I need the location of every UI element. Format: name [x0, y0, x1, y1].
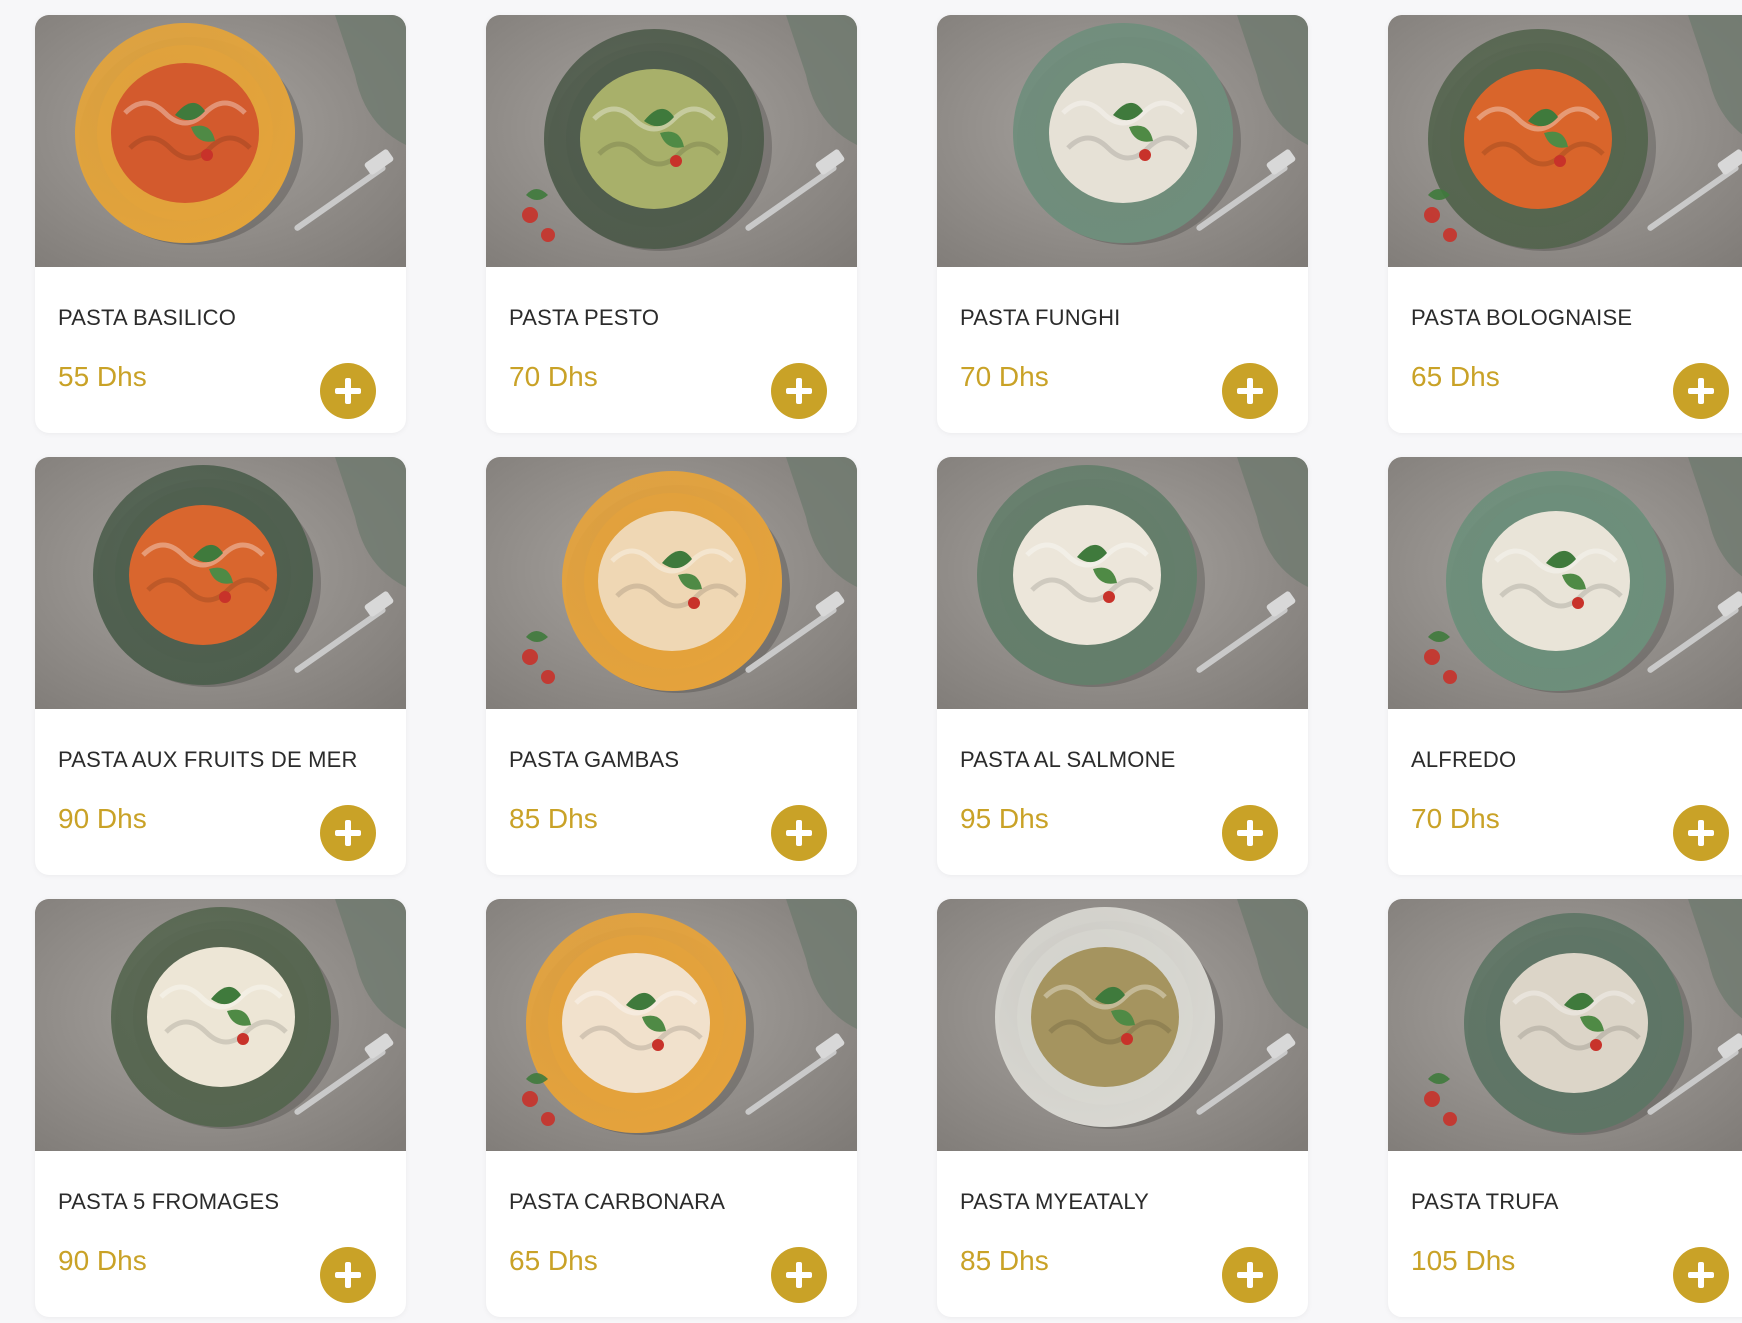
- product-price: 55 Dhs: [58, 361, 147, 392]
- product-price: 85 Dhs: [509, 803, 598, 834]
- add-to-cart-button[interactable]: [1222, 1247, 1278, 1303]
- product-card[interactable]: PASTA 5 FROMAGES 90 Dhs: [35, 899, 406, 1317]
- product-card[interactable]: PASTA AUX FRUITS DE MER 90 Dhs: [35, 457, 406, 875]
- add-to-cart-button[interactable]: [1222, 363, 1278, 419]
- product-name: ALFREDO: [1411, 747, 1517, 772]
- product-name: PASTA BOLOGNAISE: [1411, 305, 1633, 330]
- add-to-cart-button[interactable]: [771, 805, 827, 861]
- product-image[interactable]: [35, 899, 406, 1151]
- product-image[interactable]: [486, 457, 857, 709]
- product-card[interactable]: PASTA GAMBAS 85 Dhs: [486, 457, 857, 875]
- product-card[interactable]: PASTA FUNGHI 70 Dhs: [937, 15, 1308, 433]
- product-card[interactable]: PASTA BOLOGNAISE 65 Dhs: [1388, 15, 1742, 433]
- product-name: PASTA AL SALMONE: [960, 747, 1176, 772]
- product-price: 70 Dhs: [1411, 803, 1500, 834]
- product-name: PASTA 5 FROMAGES: [58, 1189, 280, 1214]
- product-image[interactable]: [1388, 899, 1742, 1151]
- add-to-cart-button[interactable]: [771, 363, 827, 419]
- product-image[interactable]: [1388, 457, 1742, 709]
- product-image[interactable]: [937, 15, 1308, 267]
- add-to-cart-button[interactable]: [320, 805, 376, 861]
- product-name: PASTA CARBONARA: [509, 1189, 726, 1214]
- product-price: 65 Dhs: [509, 1245, 598, 1276]
- product-card[interactable]: PASTA TRUFA 105 Dhs: [1388, 899, 1742, 1317]
- product-price: 95 Dhs: [960, 803, 1049, 834]
- product-card[interactable]: PASTA PESTO 70 Dhs: [486, 15, 857, 433]
- product-price: 70 Dhs: [960, 361, 1049, 392]
- product-image[interactable]: [486, 899, 857, 1151]
- add-to-cart-button[interactable]: [320, 363, 376, 419]
- product-price: 90 Dhs: [58, 1245, 147, 1276]
- product-card[interactable]: ALFREDO 70 Dhs: [1388, 457, 1742, 875]
- product-card[interactable]: PASTA BASILICO 55 Dhs: [35, 15, 406, 433]
- product-card[interactable]: PASTA AL SALMONE 95 Dhs: [937, 457, 1308, 875]
- add-to-cart-button[interactable]: [320, 1247, 376, 1303]
- product-image[interactable]: [937, 457, 1308, 709]
- product-grid: PASTA BASILICO 55 Dhs PASTA PESTO 70 Dhs: [0, 0, 1742, 1323]
- product-image[interactable]: [486, 15, 857, 267]
- product-name: PASTA TRUFA: [1411, 1189, 1559, 1214]
- product-name: PASTA BASILICO: [58, 305, 237, 330]
- product-card[interactable]: PASTA MYEATALY 85 Dhs: [937, 899, 1308, 1317]
- add-to-cart-button[interactable]: [771, 1247, 827, 1303]
- product-price: 65 Dhs: [1411, 361, 1500, 392]
- add-to-cart-button[interactable]: [1673, 1247, 1729, 1303]
- product-price: 70 Dhs: [509, 361, 598, 392]
- product-name: PASTA GAMBAS: [509, 747, 680, 772]
- product-price: 105 Dhs: [1411, 1245, 1516, 1276]
- product-image[interactable]: [1388, 15, 1742, 267]
- add-to-cart-button[interactable]: [1673, 805, 1729, 861]
- product-name: PASTA MYEATALY: [960, 1189, 1150, 1214]
- product-card[interactable]: PASTA CARBONARA 65 Dhs: [486, 899, 857, 1317]
- product-image[interactable]: [35, 15, 406, 267]
- product-price: 90 Dhs: [58, 803, 147, 834]
- product-image[interactable]: [937, 899, 1308, 1151]
- product-name: PASTA PESTO: [509, 305, 660, 330]
- product-image[interactable]: [35, 457, 406, 709]
- product-name: PASTA FUNGHI: [960, 305, 1121, 330]
- add-to-cart-button[interactable]: [1673, 363, 1729, 419]
- product-name: PASTA AUX FRUITS DE MER: [58, 747, 358, 772]
- product-price: 85 Dhs: [960, 1245, 1049, 1276]
- add-to-cart-button[interactable]: [1222, 805, 1278, 861]
